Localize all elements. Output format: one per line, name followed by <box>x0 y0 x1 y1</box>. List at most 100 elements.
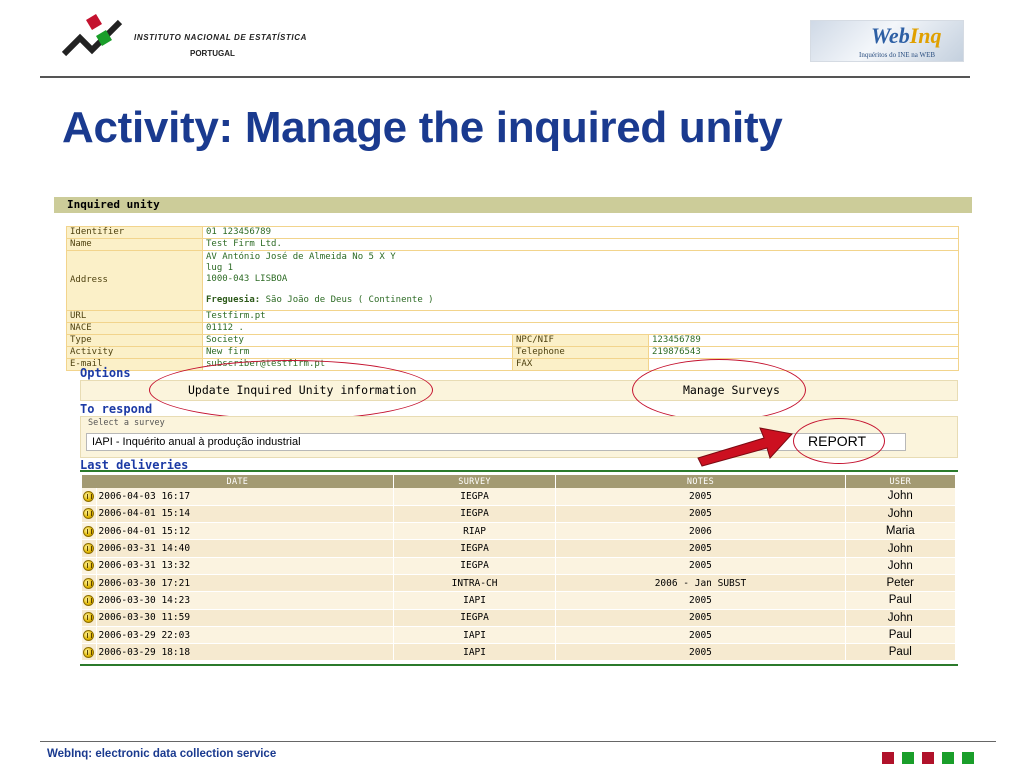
row-survey: IEGPA <box>393 505 557 524</box>
freguesia-value: São João de Deus ( Continente ) <box>265 295 434 305</box>
col-survey: SURVEY <box>393 475 557 488</box>
update-unity-link[interactable]: Update Inquired Unity information <box>188 383 416 397</box>
col-notes: NOTES <box>555 475 846 488</box>
row-notes: 2005 <box>555 505 846 524</box>
row-date: 2006-03-29 22:03 <box>96 626 394 645</box>
address-label: Address <box>66 250 203 311</box>
delivery-doc-icon[interactable] <box>83 560 95 572</box>
manage-surveys-link[interactable]: Manage Surveys <box>683 383 780 397</box>
row-notes: 2005 <box>555 557 846 575</box>
row-date: 2006-03-30 17:21 <box>96 574 394 593</box>
address-value: AV António José de Almeida No 5 X Y lug … <box>202 250 959 311</box>
header-divider <box>40 76 970 78</box>
delivery-doc-icon[interactable] <box>83 543 95 555</box>
org-name: INSTITUTO NACIONAL DE ESTATÍSTICA <box>134 33 307 42</box>
row-survey: IAPI <box>393 591 557 610</box>
row-survey: IAPI <box>393 643 557 662</box>
webinq-tagline: Inquéritos do INE na WEB <box>859 51 936 59</box>
identifier-label: Identifier <box>66 226 203 239</box>
nace-value: 01112 . <box>202 322 959 335</box>
email-value[interactable]: subscriber@testfirm.pt <box>202 358 513 371</box>
delivery-doc-icon[interactable] <box>83 577 95 589</box>
respond-heading: To respond <box>80 402 153 416</box>
panel-title: Inquired unity <box>67 198 160 211</box>
npc-value: 123456789 <box>648 334 959 347</box>
address-line: AV António José de Almeida No 5 X Y <box>206 252 396 262</box>
row-user: John <box>845 505 957 524</box>
row-date: 2006-04-03 16:17 <box>96 488 394 506</box>
ine-logo-mark-icon <box>62 14 123 57</box>
table-row[interactable]: 2006-04-03 16:17 IEGPA 2005 John <box>82 488 957 506</box>
col-user: USER <box>845 475 957 488</box>
table-row[interactable]: 2006-03-31 13:32 IEGPA 2005 John <box>82 557 957 575</box>
table-row[interactable]: 2006-04-01 15:12 RIAP 2006 Maria <box>82 522 957 541</box>
deliveries-table: DATE SURVEY NOTES USER 2006-04-03 16:17 … <box>82 475 957 662</box>
row-notes: 2005 <box>555 539 846 558</box>
delivery-doc-icon[interactable] <box>83 646 95 658</box>
red-arrow-icon <box>697 427 793 467</box>
nace-label: NACE <box>66 322 203 335</box>
delivery-doc-icon[interactable] <box>83 629 95 641</box>
unit-info-table: Identifier 01 123456789 Name Test Firm L… <box>66 226 959 371</box>
row-survey: IEGPA <box>393 539 557 558</box>
delivery-doc-icon[interactable] <box>83 594 95 606</box>
footer-square-icon <box>942 752 954 764</box>
footer-caption: WebInq: electronic data collection servi… <box>47 748 277 760</box>
row-notes: 2005 <box>555 488 846 506</box>
url-value[interactable]: Testfirm.pt <box>202 310 959 323</box>
name-label: Name <box>66 238 203 251</box>
type-label: Type <box>66 334 203 347</box>
delivery-doc-icon[interactable] <box>83 490 95 502</box>
table-row[interactable]: 2006-03-29 18:18 IAPI 2005 Paul <box>82 643 957 662</box>
row-user: John <box>845 609 957 627</box>
row-notes: 2005 <box>555 609 846 627</box>
col-date: DATE <box>82 475 394 488</box>
report-button[interactable]: REPORT <box>808 433 866 449</box>
row-date: 2006-03-30 11:59 <box>96 609 394 627</box>
row-user: John <box>845 557 957 575</box>
delivery-doc-icon[interactable] <box>83 612 95 624</box>
telephone-label: Telephone <box>512 346 649 359</box>
selected-survey: IAPI - Inquérito anual à produção indust… <box>92 436 301 448</box>
type-value: Society <box>202 334 513 347</box>
delivery-doc-icon[interactable] <box>83 508 95 520</box>
footer-square-icon <box>902 752 914 764</box>
row-user: John <box>845 539 957 558</box>
table-row[interactable]: 2006-04-01 15:14 IEGPA 2005 John <box>82 505 957 524</box>
npc-label: NPC/NIF <box>512 334 649 347</box>
row-survey: IEGPA <box>393 557 557 575</box>
freguesia-label: Freguesia: <box>206 295 261 305</box>
row-date: 2006-03-29 18:18 <box>96 643 394 662</box>
row-date: 2006-03-31 14:40 <box>96 539 394 558</box>
table-row[interactable]: 2006-03-30 14:23 IAPI 2005 Paul <box>82 591 957 610</box>
brand-web: Web <box>871 23 910 48</box>
row-survey: IAPI <box>393 626 557 645</box>
table-row[interactable]: 2006-03-29 22:03 IAPI 2005 Paul <box>82 626 957 645</box>
telephone-value: 219876543 <box>648 346 959 359</box>
row-survey: IEGPA <box>393 609 557 627</box>
row-user: Paul <box>845 626 957 645</box>
activity-value: New firm <box>202 346 513 359</box>
row-notes: 2006 <box>555 522 846 541</box>
row-survey: RIAP <box>393 522 557 541</box>
brand-inq: Inq <box>909 23 942 48</box>
address-line: lug 1 <box>206 263 234 273</box>
row-user: Maria <box>845 522 957 541</box>
row-notes: 2005 <box>555 626 846 645</box>
fax-value <box>648 358 959 371</box>
ine-logo: INSTITUTO NACIONAL DE ESTATÍSTICA PORTUG… <box>62 14 312 64</box>
table-row[interactable]: 2006-03-30 17:21 INTRA-CH 2006 - Jan SUB… <box>82 574 957 593</box>
footer-square-icon <box>922 752 934 764</box>
row-date: 2006-04-01 15:12 <box>96 522 394 541</box>
table-row[interactable]: 2006-03-31 14:40 IEGPA 2005 John <box>82 539 957 558</box>
table-row[interactable]: 2006-03-30 11:59 IEGPA 2005 John <box>82 609 957 627</box>
footer-square-icon <box>882 752 894 764</box>
row-notes: 2005 <box>555 643 846 662</box>
webinq-logo: WebInq Inquéritos do INE na WEB <box>810 20 964 62</box>
address-line: 1000-043 LISBOA <box>206 274 288 284</box>
activity-label: Activity <box>66 346 203 359</box>
options-heading: Options <box>80 366 131 380</box>
fax-label: FAX <box>512 358 649 371</box>
delivery-doc-icon[interactable] <box>83 525 95 537</box>
row-user: Paul <box>845 591 957 610</box>
